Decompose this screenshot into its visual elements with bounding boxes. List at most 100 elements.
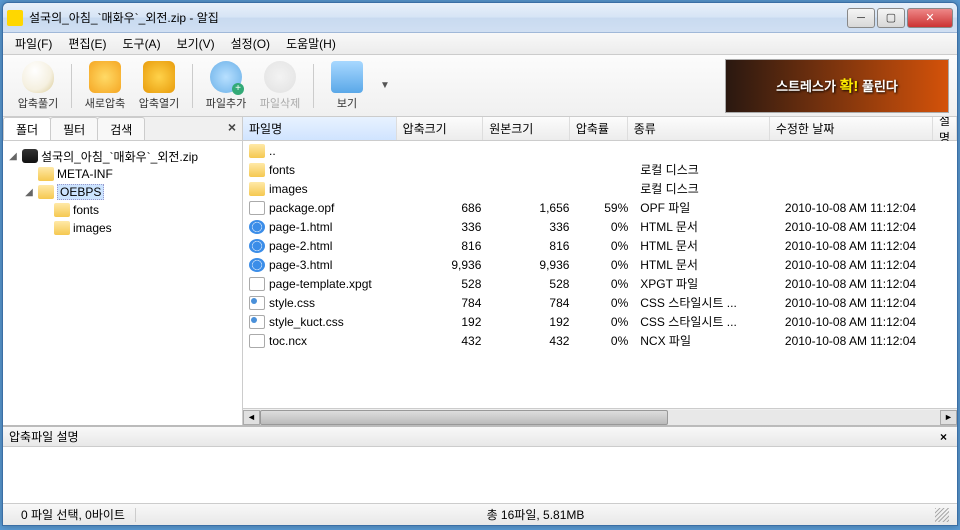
col-orig[interactable]: 원본크기 [483,117,570,140]
collapse-icon[interactable]: ◢ [7,151,19,162]
ad-banner[interactable]: 스트레스가 확! 풀린다 [725,59,949,113]
tab-folder[interactable]: 폴더 [3,117,51,140]
date-cell: 2010-10-08 AM 11:12:04 [779,296,945,310]
h-scrollbar[interactable]: ◄ ► [243,408,957,425]
ratio-cell: 59% [575,201,634,215]
file-row[interactable]: .. [243,141,957,160]
extract-button[interactable]: 압축풀기 [11,59,65,113]
tree-root[interactable]: ◢ 설국의_아침_`매화우`_외전.zip [7,147,238,165]
file-row[interactable]: package.opf6861,65659%OPF 파일2010-10-08 A… [243,198,957,217]
file-row[interactable]: page-1.html3363360%HTML 문서2010-10-08 AM … [243,217,957,236]
comp-cell: 816 [399,239,487,253]
delete-file-icon [264,61,296,93]
date-cell: 2010-10-08 AM 11:12:04 [779,201,945,215]
col-name[interactable]: 파일명 [243,117,397,140]
file-row[interactable]: style_kuct.css1921920%CSS 스타일시트 ...2010-… [243,312,957,331]
maximize-button[interactable]: ▢ [877,8,905,28]
view-icon [331,61,363,93]
file-icon [249,334,265,348]
scroll-track[interactable] [260,410,940,425]
type-cell: HTML 문서 [634,256,779,273]
col-type[interactable]: 종류 [628,117,770,140]
description-close-icon[interactable]: × [936,430,951,444]
scroll-right-button[interactable]: ► [940,410,957,425]
menu-help[interactable]: 도움말(H) [278,33,344,54]
tree-node-metainf[interactable]: META-INF [7,165,238,183]
menu-file[interactable]: 파일(F) [7,33,60,54]
close-button[interactable]: ✕ [907,8,953,28]
col-date[interactable]: 수정한 날짜 [770,117,933,140]
resize-grip[interactable] [935,508,949,522]
file-row[interactable]: page-template.xpgt5285280%XPGT 파일2010-10… [243,274,957,293]
status-selection: 0 파일 선택, 0바이트 [11,506,135,523]
titlebar[interactable]: 설국의_아침_`매화우`_외전.zip - 알집 ─ ▢ ✕ [3,3,957,33]
open-archive-button[interactable]: 압축열기 [132,59,186,113]
delete-file-button[interactable]: 파일삭제 [253,59,307,113]
tab-close-icon[interactable]: × [222,117,242,140]
description-body[interactable] [3,447,957,503]
menu-edit[interactable]: 편집(E) [60,33,114,54]
window-buttons: ─ ▢ ✕ [847,8,953,28]
file-name-cell: page-3.html [243,258,399,272]
view-button[interactable]: 보기 [320,59,374,113]
tree-node-oebps[interactable]: ◢ OEBPS [7,183,238,201]
css-icon [249,315,265,329]
tree-node-images[interactable]: images [7,219,238,237]
col-comp[interactable]: 압축크기 [397,117,484,140]
collapse-icon[interactable]: ◢ [23,187,35,198]
menu-settings[interactable]: 설정(O) [223,33,278,54]
css-icon [249,296,265,310]
menu-view[interactable]: 보기(V) [169,33,223,54]
orig-cell: 9,936 [487,258,575,272]
date-cell: 2010-10-08 AM 11:12:04 [779,277,945,291]
type-cell: HTML 문서 [634,218,779,235]
ie-icon [249,239,265,253]
ratio-cell: 0% [575,277,634,291]
add-file-button[interactable]: 파일추가 [199,59,253,113]
new-archive-button[interactable]: 새로압축 [78,59,132,113]
menubar: 파일(F) 편집(E) 도구(A) 보기(V) 설정(O) 도움말(H) [3,33,957,55]
type-cell: XPGT 파일 [634,275,779,292]
scroll-left-button[interactable]: ◄ [243,410,260,425]
minimize-button[interactable]: ─ [847,8,875,28]
content-area: 폴더 필터 검색 × ◢ 설국의_아침_`매화우`_외전.zip META-IN… [3,117,957,425]
statusbar: 0 파일 선택, 0바이트 총 16파일, 5.81MB [3,503,957,525]
comp-cell: 9,936 [399,258,487,272]
file-row[interactable]: page-2.html8168160%HTML 문서2010-10-08 AM … [243,236,957,255]
scroll-thumb[interactable] [260,410,668,425]
zip-icon [22,149,38,163]
status-total: 총 16파일, 5.81MB [136,506,935,523]
file-row[interactable]: fonts로컬 디스크 [243,160,957,179]
menu-tools[interactable]: 도구(A) [114,33,168,54]
comp-cell: 528 [399,277,487,291]
file-row[interactable]: style.css7847840%CSS 스타일시트 ...2010-10-08… [243,293,957,312]
comp-cell: 784 [399,296,487,310]
toolbar-separator [192,64,193,108]
date-cell: 2010-10-08 AM 11:12:04 [779,315,945,329]
type-cell: CSS 스타일시트 ... [634,313,779,330]
file-name-cell: .. [243,144,399,158]
tab-filter[interactable]: 필터 [50,117,98,140]
file-name-cell: page-2.html [243,239,399,253]
tab-search[interactable]: 검색 [97,117,145,140]
comp-cell: 686 [399,201,487,215]
view-dropdown-arrow[interactable]: ▼ [380,80,390,91]
col-ratio[interactable]: 압축률 [570,117,628,140]
ratio-cell: 0% [575,334,634,348]
orig-cell: 528 [487,277,575,291]
file-name-cell: toc.ncx [243,334,399,348]
folder-tree[interactable]: ◢ 설국의_아침_`매화우`_외전.zip META-INF ◢ OEBPS f… [3,141,242,425]
comp-cell: 336 [399,220,487,234]
orig-cell: 816 [487,239,575,253]
type-cell: OPF 파일 [634,199,779,216]
tree-node-fonts[interactable]: fonts [7,201,238,219]
open-archive-icon [143,61,175,93]
file-row[interactable]: toc.ncx4324320%NCX 파일2010-10-08 AM 11:12… [243,331,957,350]
col-desc[interactable]: 설명 [933,117,957,140]
description-header: 압축파일 설명 × [3,427,957,447]
file-name-cell: images [243,182,399,196]
file-row[interactable]: images로컬 디스크 [243,179,957,198]
file-name-cell: package.opf [243,201,399,215]
file-row[interactable]: page-3.html9,9369,9360%HTML 문서2010-10-08… [243,255,957,274]
file-list[interactable]: .. fonts로컬 디스크images로컬 디스크package.opf6861… [243,141,957,408]
